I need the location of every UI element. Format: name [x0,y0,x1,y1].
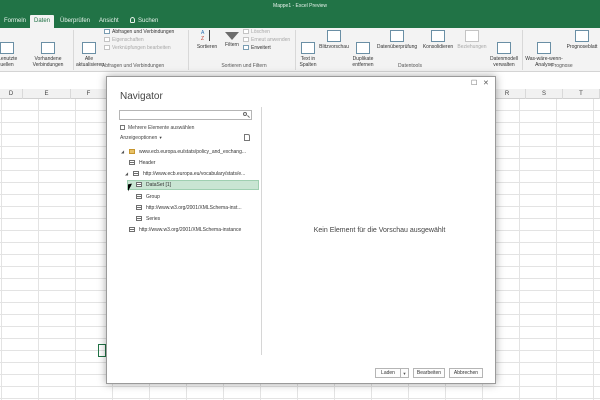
expand-icon[interactable]: ◢ [121,147,124,157]
checkbox-box [120,125,125,130]
table-icon [129,160,135,165]
table-icon [136,205,142,210]
ribbon-data: ...enutzte uellen Vorhandene Verbindunge… [0,28,600,72]
queries-connections-button[interactable]: Abfragen und Verbindungen [104,29,174,36]
group-label-sort-filter: Sortieren und Filtern [221,63,267,69]
display-options-dropdown[interactable]: Anzeigeoptionen ▼ [120,135,163,141]
consolidate-icon [431,30,445,42]
tree-item-table[interactable]: Series [136,214,160,224]
edit-links-button[interactable]: Verknüpfungen bearbeiten [104,45,171,52]
table-icon [129,227,135,232]
data-validation-button[interactable]: Datenüberprüfung [376,30,418,50]
refresh-preview-icon[interactable] [244,134,250,141]
properties-button[interactable]: Eigenschaften [104,37,144,44]
relationships-icon [465,30,479,42]
dialog-title: Navigator [120,91,163,102]
funnel-icon [225,32,239,40]
table-icon [136,194,142,199]
chevron-down-icon: ▼ [158,135,163,140]
clear-icon [243,29,249,34]
active-cell[interactable] [98,344,106,357]
flash-fill-icon [327,30,341,42]
group-label-forecast: Prognose [551,63,573,69]
load-button[interactable]: Laden [375,368,401,378]
tell-me-label: Suchen [138,18,159,24]
existing-connections-button[interactable]: Vorhandene Verbindungen [27,30,69,74]
what-if-icon [537,42,551,54]
reapply-button[interactable]: Erneut anwenden [243,37,290,44]
close-button[interactable]: ✕ [483,80,489,88]
tab-view[interactable]: Ansicht [99,15,119,28]
column-header[interactable]: E [23,89,71,99]
properties-icon [104,37,110,42]
flash-fill-button[interactable]: Blitzvorschau [318,30,350,50]
search-icon [243,112,250,118]
tab-review[interactable]: Überprüfen [60,15,90,28]
group-label-data-tools: Datentools [398,63,422,69]
remove-duplicates-icon [356,42,370,54]
existing-connections-icon [41,42,55,54]
column-header[interactable]: T [563,89,600,99]
queries-icon [104,29,110,34]
preview-empty-message: Kein Element für die Vorschau ausgewählt [313,227,446,234]
tree-item-table[interactable]: Header [129,158,155,168]
search-input[interactable] [119,110,252,120]
group-separator [188,30,189,70]
group-label-queries: Abfragen und Verbindungen [101,63,165,69]
lightbulb-icon [130,17,135,23]
tell-me-search[interactable]: Suchen [130,15,158,28]
forecast-sheet-button[interactable]: Prognoseblatt [565,30,599,50]
multi-select-label: Mehrere Elemente auswählen [128,125,195,131]
column-header[interactable]: S [526,89,563,99]
expand-icon[interactable]: ◢ [125,169,128,179]
table-icon [136,216,142,221]
tab-data[interactable]: Daten [30,15,55,28]
clear-filter-button[interactable]: Löschen [243,29,270,36]
navigator-dialog: ☐ ✕ Navigator Mehrere Elemente auswählen… [106,76,496,384]
tree-item-table[interactable]: http://www.w3.org/2001/XMLSchema-instanc… [129,225,241,235]
forecast-icon [575,30,589,42]
refresh-icon [82,42,96,54]
group-separator [295,30,296,70]
column-header[interactable]: F [71,89,107,99]
recent-sources-button[interactable]: ...enutzte uellen [0,30,20,74]
data-validation-icon [390,30,404,42]
ribbon-tabs: Formeln Daten Überprüfen Ansicht Suchen [0,14,600,28]
tree-item-table-selected[interactable]: ◢ DataSet [1] [128,180,171,190]
relationships-button[interactable]: Beziehungen [455,30,489,50]
restore-button[interactable]: ☐ [471,80,477,88]
table-icon [136,182,142,187]
table-icon [133,171,139,176]
tree-item-table[interactable]: Group [136,192,160,202]
title-bar: Mappe1 - Excel Preview [0,0,600,14]
cancel-button[interactable]: Abbrechen [449,368,483,378]
mouse-pointer-icon [128,183,132,192]
recent-sources-icon [0,42,14,54]
sort-az-icon: AZ [201,30,213,42]
reapply-icon [243,37,249,42]
multi-select-checkbox[interactable]: Mehrere Elemente auswählen [120,125,194,131]
group-separator [73,30,74,70]
advanced-filter-button[interactable]: Erweitert [243,45,271,52]
links-icon [104,45,110,50]
data-model-icon [497,42,511,54]
tab-formulas[interactable]: Formeln [4,15,26,28]
window-title: Mappe1 - Excel Preview [273,3,327,9]
advanced-icon [243,45,249,50]
filter-button[interactable]: Filtern [221,32,243,48]
load-options-chevron-icon[interactable]: ▼ [401,368,409,378]
sort-button[interactable]: A Z Sortieren [193,30,221,50]
column-header[interactable]: D [0,89,23,99]
consolidate-button[interactable]: Konsolidieren [420,30,456,50]
text-to-columns-icon [301,42,315,54]
folder-icon [129,149,135,154]
tree-item-folder[interactable]: ◢ http://www.ecb.europa.eu/vocabulary/sta… [125,169,245,179]
tree-item-folder[interactable]: ◢ www.ecb.europa.eu/stats/policy_and_exch… [121,147,246,157]
edit-button[interactable]: Bearbeiten [413,368,445,378]
tree-item-table[interactable]: http://www.w3.org/2001/XMLSchema-inst... [136,203,242,213]
display-options-label: Anzeigeoptionen [120,135,158,141]
